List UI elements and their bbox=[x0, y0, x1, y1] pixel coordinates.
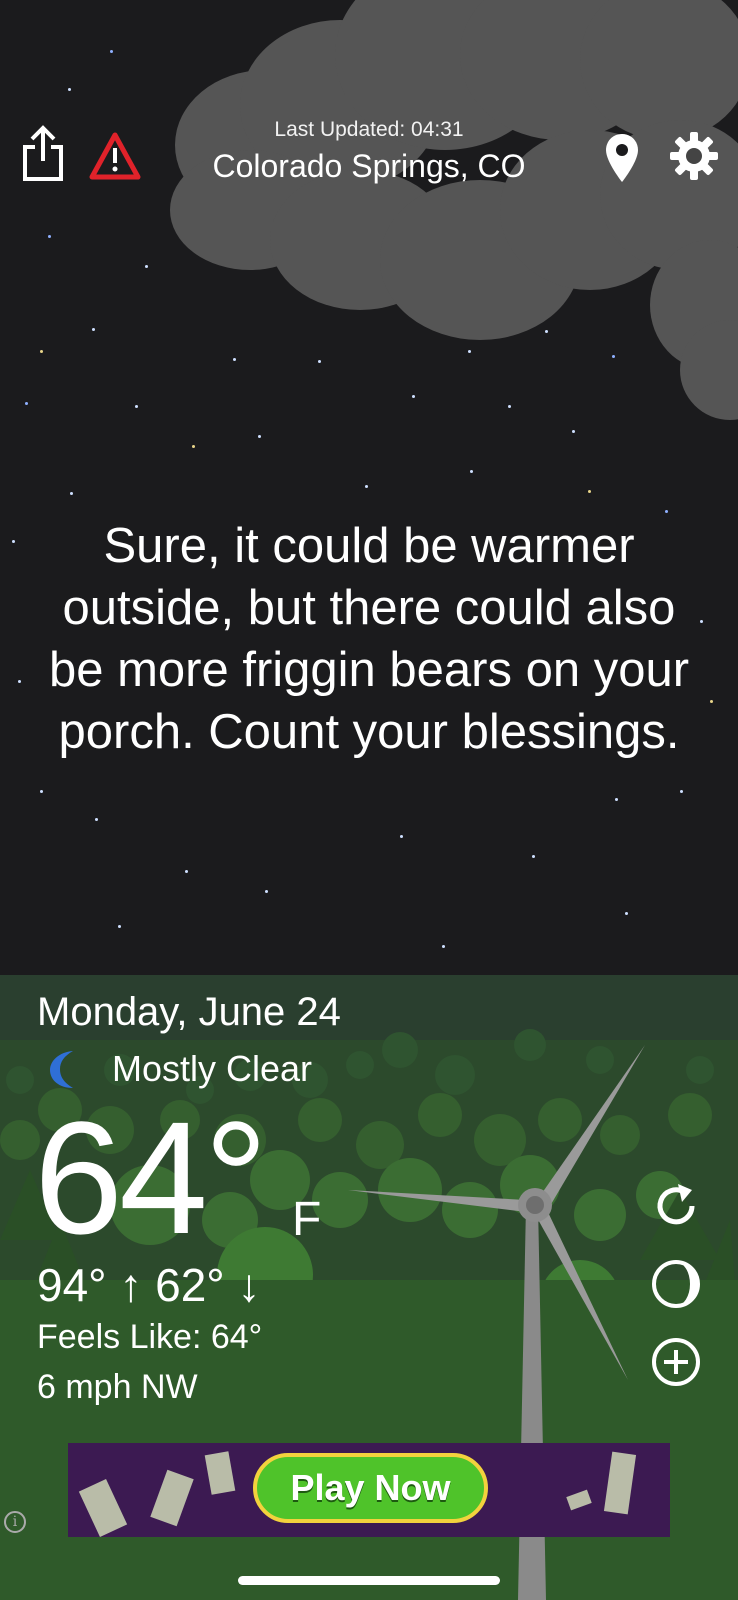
high-low-temps: 94° ↑ 62° ↓ bbox=[37, 1259, 261, 1311]
condition-text: Mostly Clear bbox=[112, 1048, 313, 1089]
location-button[interactable] bbox=[602, 130, 642, 186]
gear-icon bbox=[670, 132, 718, 180]
moon-phase-icon bbox=[652, 1260, 700, 1308]
weather-quote: Sure, it could be warmer outside, but th… bbox=[48, 519, 690, 759]
refresh-icon bbox=[657, 1184, 695, 1225]
wind-info: 6 mph NW bbox=[37, 1368, 198, 1406]
play-now-button[interactable]: Play Now bbox=[253, 1453, 488, 1523]
feels-like: Feels Like: 64° bbox=[37, 1318, 263, 1356]
home-indicator[interactable] bbox=[238, 1576, 500, 1585]
settings-button[interactable] bbox=[668, 130, 720, 182]
map-pin-icon bbox=[606, 134, 638, 182]
crescent-moon-icon bbox=[50, 1051, 73, 1088]
theme-toggle-button[interactable] bbox=[650, 1258, 702, 1310]
current-temperature: 64° bbox=[34, 1088, 268, 1267]
refresh-button[interactable] bbox=[650, 1180, 702, 1232]
current-date: Monday, June 24 bbox=[37, 990, 341, 1034]
ad-info-icon[interactable]: i bbox=[4, 1511, 26, 1533]
temperature-unit[interactable]: F bbox=[292, 1192, 321, 1247]
ad-banner[interactable]: Play Now bbox=[68, 1443, 670, 1537]
add-location-button[interactable] bbox=[650, 1336, 702, 1388]
plus-circle-icon bbox=[652, 1338, 700, 1386]
